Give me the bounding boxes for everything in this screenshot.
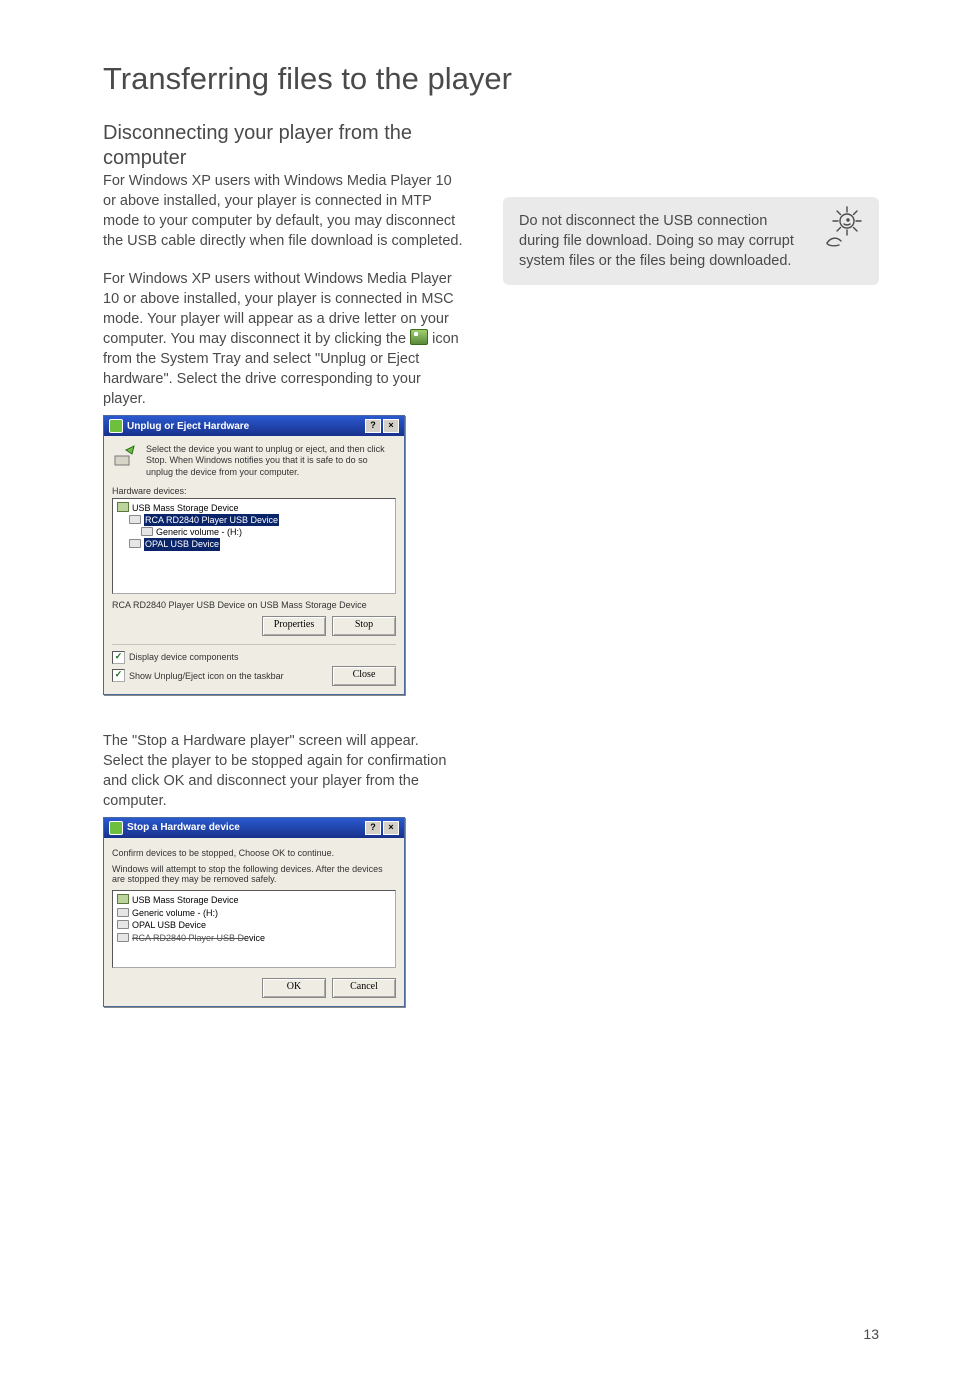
dialog2-title-icon <box>109 821 123 835</box>
attempt-line: Windows will attempt to stop the followi… <box>112 864 396 884</box>
dialog2-title-text: Stop a Hardware device <box>127 822 240 833</box>
display-components-checkbox[interactable]: ✓ <box>112 651 125 664</box>
list-item-selected[interactable]: OPAL USB Device <box>132 920 206 930</box>
dialog-title-text: Unplug or Eject Hardware <box>127 421 249 432</box>
warning-note-text: Do not disconnect the USB connection dur… <box>519 213 794 269</box>
tree-child-volume[interactable]: Generic volume - (H:) <box>156 527 242 537</box>
ok-button[interactable]: OK <box>262 978 326 998</box>
show-taskbar-icon-checkbox[interactable]: ✓ <box>112 669 125 682</box>
sun-note-icon <box>821 203 869 251</box>
page-number: 13 <box>863 1326 879 1342</box>
dialog2-titlebar: Stop a Hardware device ? × <box>104 818 404 838</box>
paragraph-stop-hardware: The "Stop a Hardware player" screen will… <box>103 731 463 811</box>
dialog2-close-button[interactable]: × <box>383 821 399 835</box>
show-taskbar-icon-label: Show Unplug/Eject icon on the taskbar <box>129 671 284 681</box>
paragraph-mtp: For Windows XP users with Windows Media … <box>103 171 463 251</box>
dialog-instruction: Select the device you want to unplug or … <box>146 444 396 478</box>
list-item[interactable]: USB Mass Storage Device <box>132 895 239 905</box>
dialog-close-button[interactable]: × <box>383 419 399 433</box>
stop-device-list[interactable]: USB Mass Storage Device Generic volume -… <box>112 890 396 968</box>
dialog-titlebar: Unplug or Eject Hardware ? × <box>104 416 404 436</box>
dialog-help-button[interactable]: ? <box>365 419 381 433</box>
display-components-label: Display device components <box>129 652 239 662</box>
list-item-tail: evice <box>244 933 265 943</box>
dialog2-help-button[interactable]: ? <box>365 821 381 835</box>
page-title: Transferring files to the player <box>103 60 879 97</box>
hardware-devices-label: Hardware devices: <box>112 486 396 496</box>
para2-before-icon: For Windows XP users without Windows Med… <box>103 271 454 347</box>
system-tray-eject-icon <box>410 329 428 345</box>
dialog-eject-icon <box>112 444 138 470</box>
list-item[interactable]: Generic volume - (H:) <box>132 908 218 918</box>
selection-status-text: RCA RD2840 Player USB Device on USB Mass… <box>112 600 396 610</box>
tree-root[interactable]: USB Mass Storage Device <box>132 503 239 513</box>
confirm-line: Confirm devices to be stopped, Choose OK… <box>112 848 396 858</box>
cancel-button[interactable]: Cancel <box>332 978 396 998</box>
tree-child-selected[interactable]: RCA RD2840 Player USB Device <box>144 514 279 526</box>
close-button[interactable]: Close <box>332 666 396 686</box>
divider <box>112 644 396 645</box>
tree-child-opal[interactable]: OPAL USB Device <box>144 538 220 550</box>
device-tree[interactable]: USB Mass Storage Device RCA RD2840 Playe… <box>112 498 396 594</box>
dialog-title-icon <box>109 419 123 433</box>
stop-button[interactable]: Stop <box>332 616 396 636</box>
stop-hardware-dialog: Stop a Hardware device ? × Confirm devic… <box>103 817 405 1007</box>
warning-note: Do not disconnect the USB connection dur… <box>503 197 879 285</box>
unplug-eject-dialog: Unplug or Eject Hardware ? × <box>103 415 405 695</box>
properties-button[interactable]: Properties <box>262 616 326 636</box>
section-heading: Disconnecting your player from the compu… <box>103 121 463 171</box>
paragraph-msc: For Windows XP users without Windows Med… <box>103 269 463 409</box>
